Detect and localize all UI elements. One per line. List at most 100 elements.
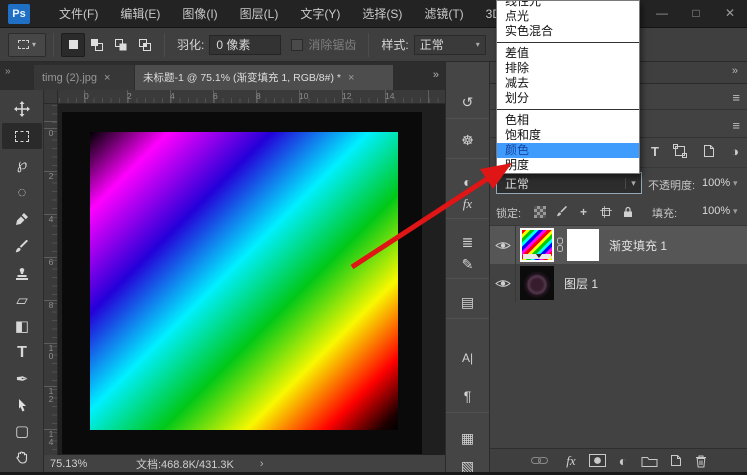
- minimize-button[interactable]: —: [645, 0, 679, 26]
- type-tool[interactable]: T: [2, 340, 42, 366]
- quick-selection-tool[interactable]: ◌: [2, 179, 42, 205]
- blend-option-hard-mix[interactable]: 实色混合: [497, 24, 639, 39]
- lock-transparent-button[interactable]: [532, 204, 547, 219]
- lock-artboard-button[interactable]: [598, 204, 613, 219]
- fill-value[interactable]: 100%: [702, 205, 730, 217]
- horizontal-ruler[interactable]: 0 2 4 6 8 10 12 14: [58, 90, 445, 104]
- rectangular-marquee-tool[interactable]: [2, 123, 42, 149]
- close-icon[interactable]: ×: [104, 72, 110, 84]
- gradient-tool[interactable]: ◧: [2, 313, 42, 339]
- menu-filter[interactable]: 滤镜(T): [413, 0, 474, 28]
- status-options-icon[interactable]: ›: [260, 458, 264, 470]
- eraser-tool[interactable]: ▱: [2, 287, 42, 313]
- layer-name[interactable]: 渐变填充 1: [609, 237, 667, 254]
- move-tool[interactable]: [2, 96, 42, 122]
- layer-comps-panel-button[interactable]: ▦: [446, 426, 489, 450]
- filter-shape-icon[interactable]: [673, 144, 687, 158]
- rainbow-gradient-image[interactable]: [90, 132, 398, 430]
- layer-row-gradient-fill[interactable]: 渐变填充 1: [490, 226, 747, 264]
- brush-tool[interactable]: [2, 234, 42, 260]
- layer-style-button[interactable]: fx: [558, 451, 584, 471]
- blend-option-hue[interactable]: 色相: [497, 113, 639, 128]
- add-to-selection-button[interactable]: [85, 33, 109, 57]
- navigator-panel-button[interactable]: ☸: [446, 128, 489, 152]
- menu-type[interactable]: 文字(Y): [289, 0, 351, 28]
- blend-option-subtract[interactable]: 减去: [497, 76, 639, 91]
- collapse-panels-icon[interactable]: »: [732, 65, 738, 77]
- filter-smart-object-icon[interactable]: [703, 144, 715, 158]
- add-layer-mask-button[interactable]: [584, 451, 610, 471]
- intersect-selection-button[interactable]: [133, 33, 157, 57]
- brush-presets-panel-button[interactable]: ≣: [446, 230, 489, 254]
- fx-icon: fx: [463, 196, 472, 212]
- lock-position-button[interactable]: +: [576, 204, 591, 219]
- close-button[interactable]: ✕: [713, 0, 747, 26]
- hand-tool[interactable]: [2, 444, 42, 470]
- menu-layer[interactable]: 图层(L): [229, 0, 290, 28]
- menu-file[interactable]: 文件(F): [48, 0, 109, 28]
- new-group-button[interactable]: [636, 451, 662, 471]
- layer-row-layer-1[interactable]: 图层 1: [490, 264, 747, 302]
- layer-name[interactable]: 图层 1: [564, 275, 598, 292]
- antialias-checkbox[interactable]: [291, 39, 303, 51]
- opacity-value[interactable]: 100%: [702, 177, 730, 189]
- gradient-fill-thumbnail[interactable]: [520, 228, 554, 262]
- history-panel-button[interactable]: ↺: [446, 90, 489, 114]
- new-selection-button[interactable]: [61, 33, 85, 57]
- zoom-level-field[interactable]: 75.13%: [50, 458, 120, 470]
- vertical-ruler[interactable]: 0 2 4 6 8 10 12 14: [44, 104, 58, 455]
- lock-pixels-button[interactable]: [554, 204, 569, 219]
- tab-overflow-icon[interactable]: »: [433, 69, 439, 81]
- blend-option-luminosity[interactable]: 明度: [497, 158, 639, 173]
- new-adjustment-layer-button[interactable]: ◐: [610, 451, 636, 471]
- filter-type-icon[interactable]: T: [651, 144, 659, 159]
- character-panel-button[interactable]: A|: [446, 346, 489, 370]
- adjustments-panel-button[interactable]: ◐: [446, 170, 489, 194]
- chevron-down-icon[interactable]: ▾: [733, 178, 738, 189]
- style-select[interactable]: 正常 ▾: [414, 35, 486, 55]
- blend-mode-select[interactable]: 正常 ▾: [496, 172, 642, 194]
- lasso-tool[interactable]: ℘: [2, 151, 42, 177]
- eyedropper-tool[interactable]: [2, 206, 42, 232]
- blend-option-difference[interactable]: 差值: [497, 46, 639, 61]
- blend-option-divide[interactable]: 划分: [497, 91, 639, 106]
- ruler-tick: 8: [256, 91, 261, 101]
- paragraph-panel-button[interactable]: ¶: [446, 384, 489, 408]
- panel-menu-icon[interactable]: ≡: [732, 118, 740, 133]
- mask-link-icon[interactable]: [555, 237, 565, 253]
- tab-timg-jpg[interactable]: timg (2).jpg ×: [34, 65, 134, 90]
- styles-panel-button[interactable]: fx: [446, 192, 489, 216]
- lock-all-button[interactable]: [620, 204, 635, 219]
- brush-settings-panel-button[interactable]: ✎: [446, 252, 489, 276]
- maximize-button[interactable]: □: [679, 0, 713, 26]
- menu-image[interactable]: 图像(I): [171, 0, 228, 28]
- new-layer-button[interactable]: [662, 451, 688, 471]
- path-selection-tool[interactable]: [2, 392, 42, 418]
- clone-stamp-tool[interactable]: [2, 261, 42, 287]
- blend-option-color-highlighted[interactable]: 颜色: [497, 143, 639, 158]
- chevron-down-icon[interactable]: ▾: [733, 206, 738, 217]
- close-icon[interactable]: ×: [348, 72, 354, 84]
- pen-tool[interactable]: ✒: [2, 366, 42, 392]
- visibility-toggle[interactable]: [490, 264, 516, 302]
- blend-option-exclusion[interactable]: 排除: [497, 61, 639, 76]
- delete-layer-button[interactable]: [688, 451, 714, 471]
- link-layers-button[interactable]: [526, 451, 552, 471]
- panel-menu-icon[interactable]: ≡: [732, 90, 740, 105]
- tool-preset-picker[interactable]: ▾: [8, 33, 46, 57]
- blend-option-saturation[interactable]: 饱和度: [497, 128, 639, 143]
- filter-adjustment-icon[interactable]: ◑: [731, 144, 739, 159]
- menu-edit[interactable]: 编辑(E): [109, 0, 171, 28]
- subtract-from-selection-button[interactable]: [109, 33, 133, 57]
- blend-option-linear-light[interactable]: 线性光: [497, 0, 639, 9]
- clone-source-panel-button[interactable]: ▤: [446, 290, 489, 314]
- feather-input[interactable]: 0 像素: [209, 35, 281, 55]
- layer-mask-thumbnail[interactable]: [567, 229, 599, 261]
- shape-tool[interactable]: ▢: [2, 418, 42, 444]
- blend-option-pin-light[interactable]: 点光: [497, 9, 639, 24]
- collapse-tools-icon[interactable]: »: [5, 66, 11, 77]
- tab-untitled-active[interactable]: 未标题-1 @ 75.1% (渐变填充 1, RGB/8#) * ×: [135, 65, 393, 90]
- layer-1-thumbnail[interactable]: [520, 266, 554, 300]
- menu-select[interactable]: 选择(S): [351, 0, 413, 28]
- visibility-toggle[interactable]: [490, 226, 516, 264]
